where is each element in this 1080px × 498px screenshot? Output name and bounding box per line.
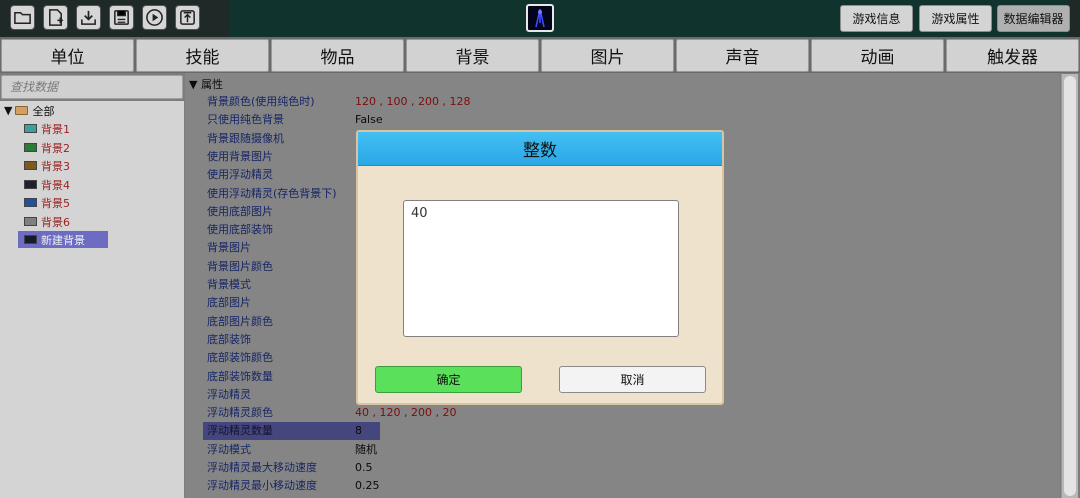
tree-item-label: 背景2 [41,141,70,155]
background-thumbnail-icon [24,180,37,189]
tab-sounds[interactable]: 声音 [676,39,809,72]
folder-icon [14,11,31,24]
tab-skills[interactable]: 技能 [136,39,269,72]
download-icon [81,10,96,25]
confirm-button[interactable]: 确定 [375,366,522,393]
tree-item-background-5[interactable]: 背景5 [24,194,70,211]
play-icon [146,9,163,26]
tree-item-background-1[interactable]: 背景1 [24,120,70,137]
save-button[interactable] [109,5,134,30]
collapse-triangle-icon[interactable]: ▼ [4,104,12,117]
background-thumbnail-icon [24,235,37,244]
new-file-button[interactable] [43,5,68,30]
tree-item-label: 背景4 [41,178,70,192]
vertical-scrollbar[interactable] [1061,74,1078,498]
new-file-icon [49,9,64,26]
tree-item-label: 背景5 [41,196,70,210]
integer-input-dialog: 整数 确定 取消 [356,130,724,405]
tab-items[interactable]: 物品 [271,39,404,72]
upload-icon [180,10,195,25]
search-input[interactable]: 查找数据 [1,75,183,99]
category-tabs: 单位 技能 物品 背景 图片 声音 动画 触发器 [0,37,1080,73]
background-thumbnail-icon [24,198,37,207]
tree-root-all[interactable]: ▼ 全部 [4,102,54,119]
folder-icon [15,106,29,115]
tree-item-background-2[interactable]: 背景2 [24,139,70,156]
tab-units[interactable]: 单位 [1,39,134,72]
game-properties-button[interactable]: 游戏属性 [919,5,992,32]
tree-item-label: 背景3 [41,159,70,173]
tree-root-label: 全部 [32,104,55,118]
scrollbar-thumb[interactable] [1064,76,1076,496]
tab-backgrounds[interactable]: 背景 [406,39,539,72]
background-thumbnail-icon [24,124,37,133]
integer-value-input[interactable] [403,200,679,337]
open-folder-button[interactable] [10,5,35,30]
tree-item-background-6[interactable]: 背景6 [24,213,70,230]
download-button[interactable] [76,5,101,30]
upload-button[interactable] [175,5,200,30]
play-button[interactable] [142,5,167,30]
save-icon [114,10,129,25]
app-logo-icon [526,4,554,32]
game-info-button[interactable]: 游戏信息 [840,5,913,32]
tree-item-label: 背景1 [41,122,70,136]
tree-item-background-3[interactable]: 背景3 [24,157,70,174]
tree-item-new-background[interactable]: 新建背景 [18,231,108,248]
tree-item-background-4[interactable]: 背景4 [24,176,70,193]
tab-animations[interactable]: 动画 [811,39,944,72]
tab-triggers[interactable]: 触发器 [946,39,1079,72]
cancel-button[interactable]: 取消 [559,366,706,393]
dialog-title: 整数 [358,132,722,166]
background-thumbnail-icon [24,161,37,170]
background-thumbnail-icon [24,217,37,226]
data-editor-button[interactable]: 数据编辑器 [997,5,1070,32]
top-toolbar: 游戏信息 游戏属性 数据编辑器 [0,0,1080,37]
background-thumbnail-icon [24,143,37,152]
tree-item-label: 背景6 [41,215,70,229]
data-tree: ▼ 全部 背景1 背景2 背景3 背景4 背景5 背景6 新建背景 [0,101,184,498]
tab-images[interactable]: 图片 [541,39,674,72]
tree-item-label: 新建背景 [41,233,85,247]
